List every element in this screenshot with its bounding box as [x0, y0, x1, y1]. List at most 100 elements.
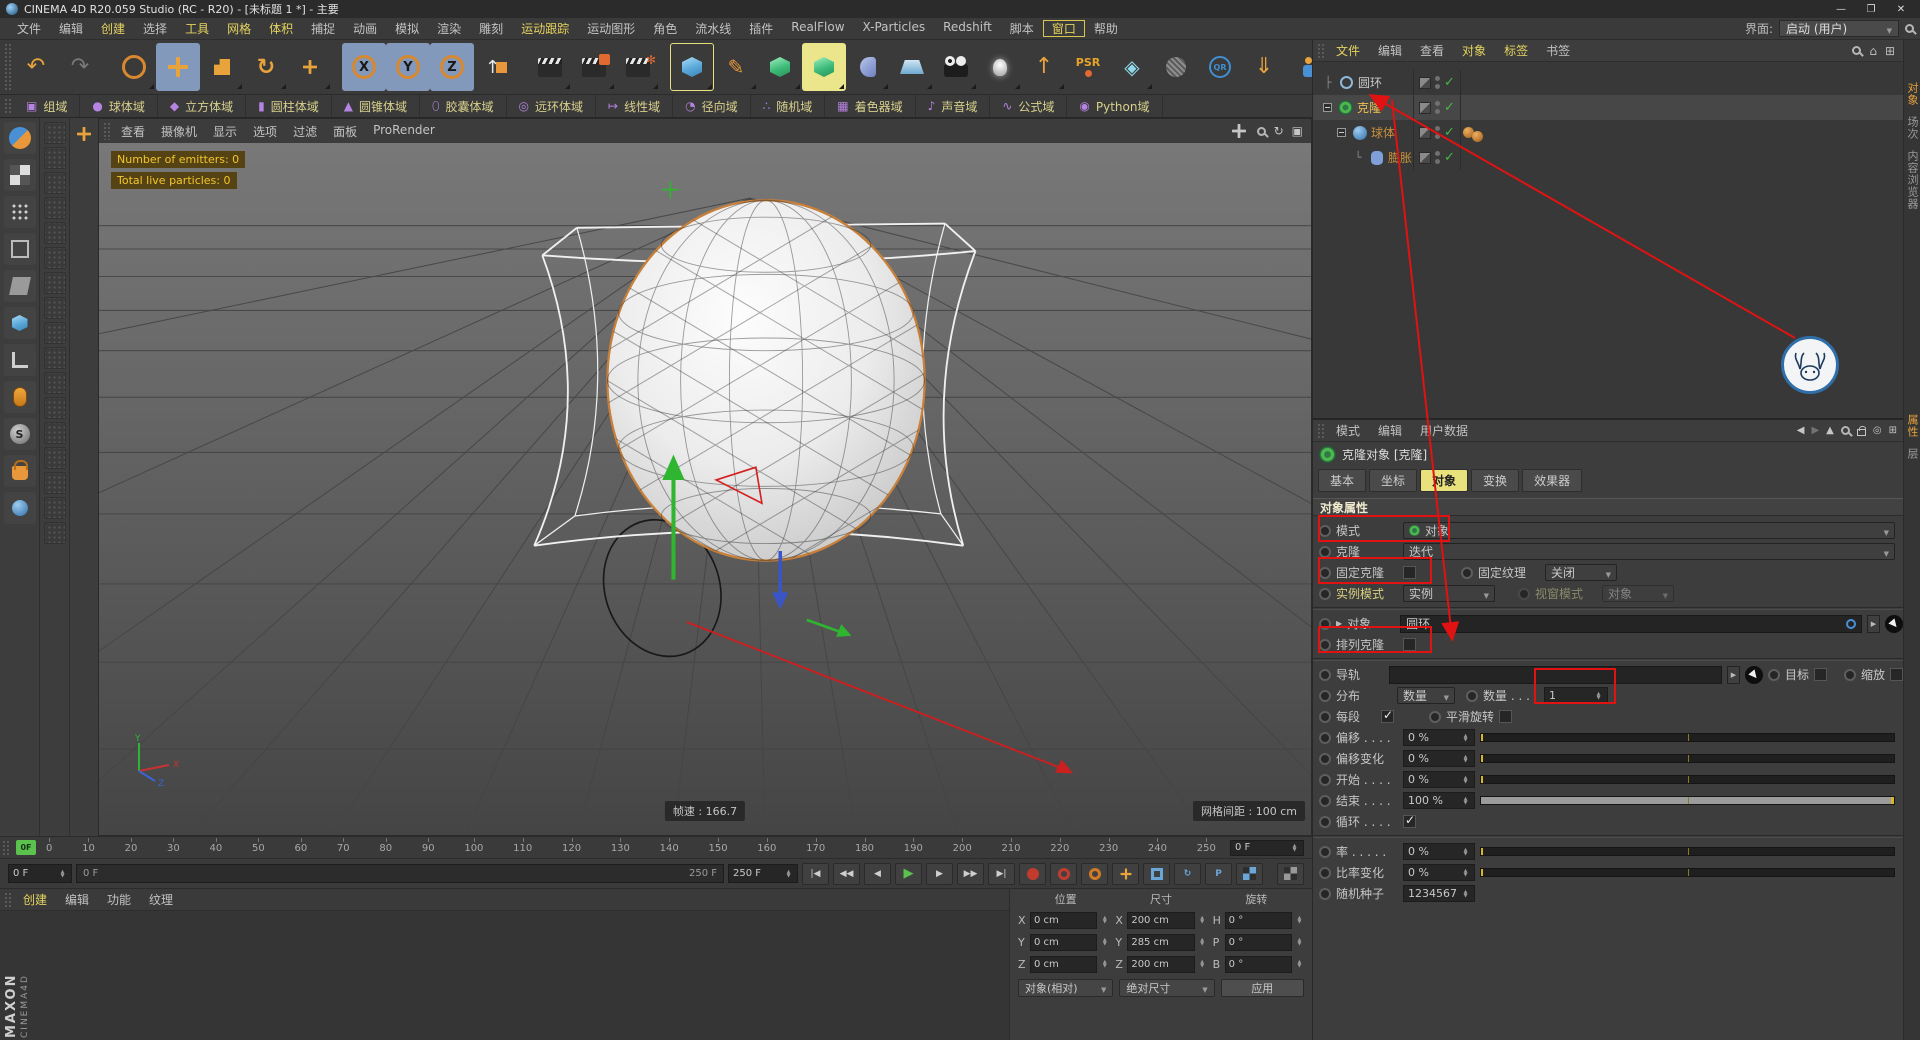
- object-manager-menu-item[interactable]: 编辑: [1369, 42, 1411, 59]
- rail-link-field[interactable]: [1389, 665, 1722, 684]
- field-type-button[interactable]: ▲ 圆锥体域: [332, 95, 420, 117]
- rotate-tool-button[interactable]: ↻: [244, 43, 288, 91]
- coord-mode-dropdown[interactable]: 对象(相对): [1018, 979, 1114, 997]
- anim-dot-icon[interactable]: [1319, 545, 1331, 558]
- menu-item[interactable]: 运动跟踪: [512, 20, 578, 37]
- palette-array-icon[interactable]: [43, 122, 66, 144]
- magnet-drop-button[interactable]: ⇓: [1242, 43, 1286, 91]
- menu-item[interactable]: 角色: [644, 20, 686, 37]
- menu-item[interactable]: 捕捉: [302, 20, 344, 37]
- menu-item[interactable]: 脚本: [1001, 20, 1043, 37]
- attribute-menu-item[interactable]: 用户数据: [1411, 422, 1477, 439]
- lock-y-button[interactable]: Y: [386, 43, 430, 91]
- close-button[interactable]: ✕: [1886, 0, 1916, 18]
- stepper-icon[interactable]: [784, 870, 793, 878]
- record-pla-button[interactable]: [1236, 862, 1263, 885]
- percent-slider[interactable]: [1480, 775, 1895, 784]
- palette-array-icon[interactable]: [43, 347, 66, 369]
- menu-item[interactable]: Redshift: [934, 20, 1001, 37]
- attribute-tab[interactable]: 变换: [1471, 469, 1520, 492]
- percent-slider[interactable]: [1480, 754, 1895, 763]
- menu-item[interactable]: 雕刻: [470, 20, 512, 37]
- visibility-dots[interactable]: [1435, 151, 1440, 164]
- viewport-canvas[interactable]: Number of emitters: 0 Total live particl…: [99, 143, 1311, 835]
- attribute-menu-item[interactable]: 模式: [1327, 422, 1369, 439]
- new-panel-icon[interactable]: ⊞: [1889, 425, 1897, 436]
- camera-button[interactable]: [934, 43, 978, 91]
- previous-frame-button[interactable]: ◀: [864, 862, 891, 885]
- material-list-area[interactable]: MAXON CINEMA4D: [0, 911, 1009, 1040]
- instance-dropdown[interactable]: 实例: [1403, 585, 1495, 602]
- arrange-clone-checkbox[interactable]: [1403, 638, 1416, 651]
- paint-button[interactable]: [3, 455, 36, 487]
- scale-tool-button[interactable]: [200, 43, 244, 91]
- stepper-icon[interactable]: [1198, 938, 1207, 946]
- percent-slider[interactable]: [1480, 868, 1895, 877]
- anim-dot-icon[interactable]: [1429, 710, 1441, 723]
- field-type-button[interactable]: ♪ 声音域: [916, 95, 991, 117]
- record-rotation-button[interactable]: ↻: [1174, 862, 1201, 885]
- model-mode-button[interactable]: [3, 159, 36, 191]
- anim-dot-icon[interactable]: [1319, 815, 1331, 828]
- stepper-icon[interactable]: [1290, 844, 1299, 852]
- percent-field[interactable]: 0 %: [1403, 843, 1475, 860]
- visibility-dots[interactable]: [1435, 126, 1440, 139]
- viewport-grip[interactable]: [103, 122, 111, 140]
- palette-array-icon[interactable]: [43, 497, 66, 519]
- field-type-button[interactable]: ◔ 径向域: [673, 95, 751, 117]
- anim-dot-icon[interactable]: [1319, 794, 1331, 807]
- anim-dot-icon[interactable]: [1319, 710, 1331, 723]
- field-type-button[interactable]: ◉ Python域: [1067, 95, 1163, 117]
- rotate-view-icon[interactable]: ↻: [1274, 124, 1284, 138]
- lock-icon[interactable]: [1856, 425, 1866, 436]
- attribute-tab[interactable]: 坐标: [1369, 469, 1418, 492]
- toolbar-grip[interactable]: [4, 43, 12, 91]
- primitive-cube-button[interactable]: [670, 43, 714, 91]
- palette-array-icon[interactable]: [43, 422, 66, 444]
- texture-mode-button[interactable]: [3, 196, 36, 228]
- pick-arrow-icon[interactable]: ▲: [1826, 425, 1834, 436]
- fix-clone-checkbox[interactable]: [1403, 566, 1416, 579]
- volume-button[interactable]: [1154, 43, 1198, 91]
- tree-row-bulge[interactable]: └ 膨胀 ✓: [1313, 145, 1903, 170]
- expander-icon[interactable]: [1323, 103, 1332, 112]
- stepper-icon[interactable]: [1100, 960, 1109, 968]
- search-icon[interactable]: [1905, 24, 1914, 33]
- zoom-view-icon[interactable]: [1256, 126, 1266, 136]
- polygons-mode-button[interactable]: [3, 307, 36, 339]
- field-type-button[interactable]: ● 球体域: [80, 95, 158, 117]
- edges-mode-button[interactable]: [3, 270, 36, 302]
- anim-dot-icon[interactable]: [1319, 566, 1331, 579]
- palette-array-icon[interactable]: [43, 397, 66, 419]
- anim-dot-icon[interactable]: [1319, 587, 1331, 600]
- pos-y-field[interactable]: 0 cm: [1030, 933, 1098, 951]
- history-forward-icon[interactable]: ▶: [1811, 425, 1819, 436]
- next-frame-button[interactable]: ▶: [926, 862, 953, 885]
- menu-item[interactable]: 编辑: [50, 20, 92, 37]
- minimize-button[interactable]: —: [1826, 0, 1856, 18]
- play-button[interactable]: ▶: [895, 862, 922, 885]
- view-mode-dropdown[interactable]: 对象: [1602, 585, 1674, 602]
- size-y-field[interactable]: 285 cm: [1127, 933, 1195, 951]
- menu-item[interactable]: RealFlow: [782, 20, 853, 37]
- workplane-button[interactable]: [3, 344, 36, 376]
- stepper-icon[interactable]: [1461, 776, 1470, 784]
- palette-array-icon[interactable]: [43, 272, 66, 294]
- object-manager-menu-item[interactable]: 查看: [1411, 42, 1453, 59]
- menu-item[interactable]: 体积: [260, 20, 302, 37]
- keyframe-selection-button[interactable]: [1081, 862, 1108, 885]
- generator-button[interactable]: [802, 43, 846, 91]
- viewport-menu-item[interactable]: 摄像机: [153, 123, 205, 140]
- field-type-button[interactable]: ∴ 随机域: [751, 95, 826, 117]
- anim-dot-icon[interactable]: [1466, 689, 1478, 702]
- make-editable-button[interactable]: [3, 122, 36, 154]
- attribute-tab[interactable]: 基本: [1318, 469, 1367, 492]
- target-checkbox[interactable]: [1813, 668, 1827, 681]
- move-tool-button[interactable]: [156, 43, 200, 91]
- light-button[interactable]: [978, 43, 1022, 91]
- anim-dot-icon[interactable]: [1319, 689, 1331, 702]
- object-picker-button[interactable]: [1744, 665, 1763, 684]
- percent-slider[interactable]: [1480, 847, 1895, 856]
- psr-button[interactable]: PSR: [1066, 43, 1110, 91]
- record-position-button[interactable]: [1112, 862, 1139, 885]
